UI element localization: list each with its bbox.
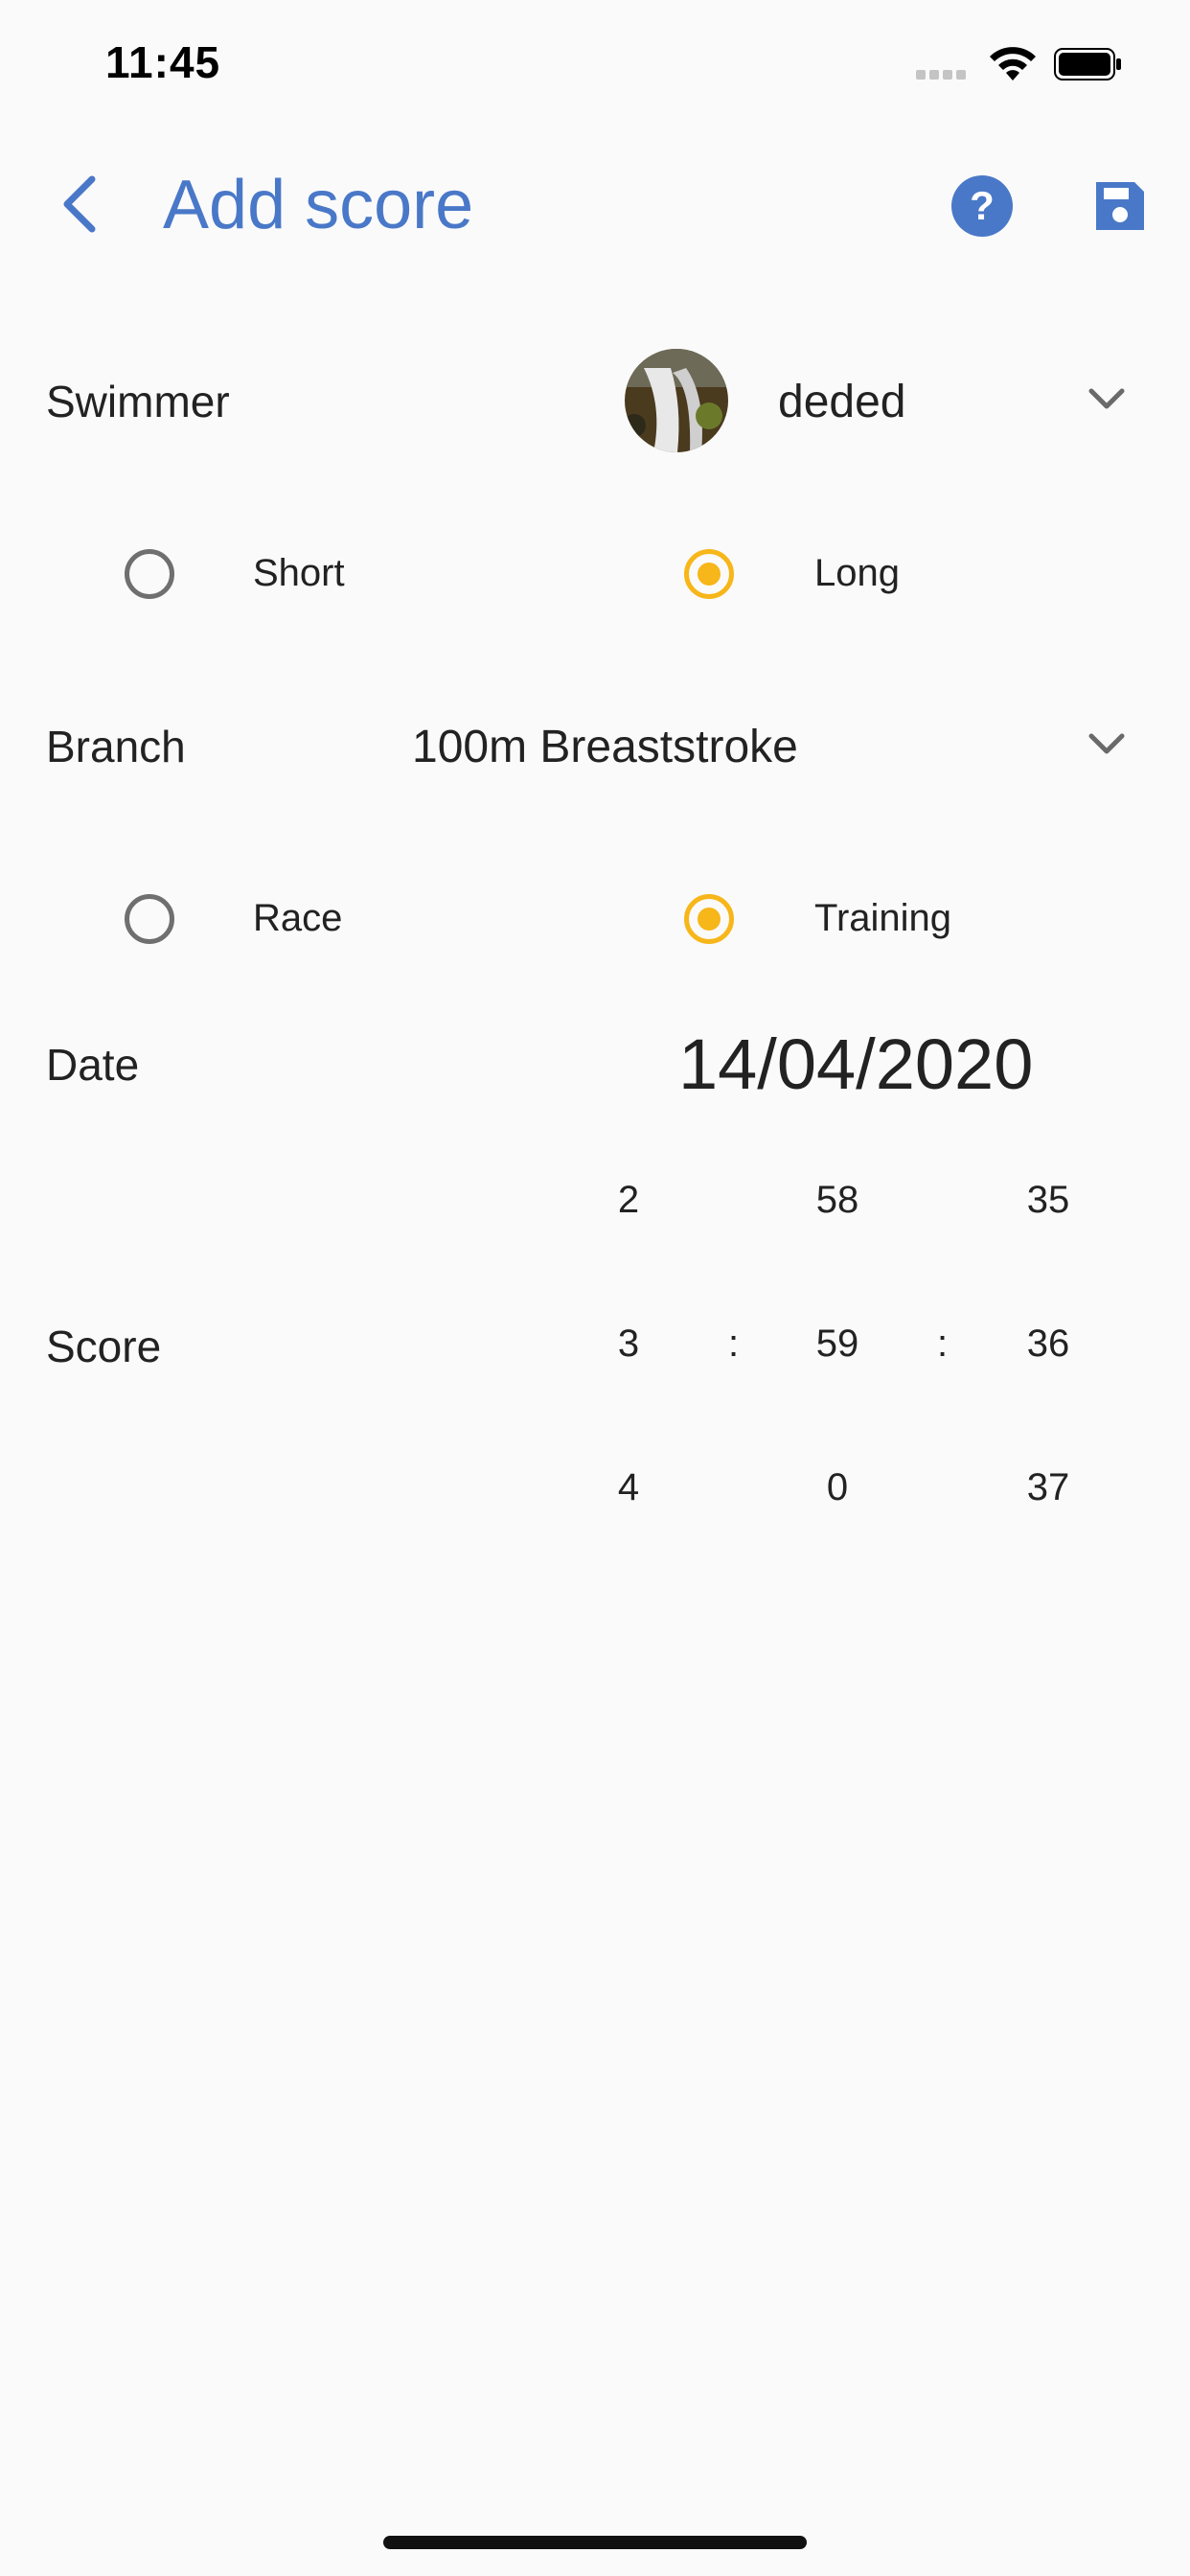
page-title: Add score: [163, 167, 474, 243]
swimmer-label: Swimmer: [46, 377, 230, 426]
branch-label: Branch: [46, 722, 186, 771]
picker-seconds-item[interactable]: 0: [790, 1466, 885, 1509]
picker-seconds-selected[interactable]: 59: [790, 1322, 885, 1366]
branch-dropdown-value[interactable]: 100m Breaststroke: [412, 721, 798, 773]
picker-minutes-selected[interactable]: 3: [581, 1322, 676, 1366]
wifi-icon: [987, 44, 1039, 87]
chevron-down-icon[interactable]: [1087, 385, 1126, 417]
picker-hundredths-item[interactable]: 35: [1000, 1179, 1096, 1222]
status-time: 11:45: [105, 37, 221, 87]
radio-race[interactable]: [125, 894, 174, 944]
date-label: Date: [46, 1040, 140, 1090]
help-icon[interactable]: ?: [950, 174, 1014, 242]
home-indicator[interactable]: [383, 2536, 807, 2549]
radio-training[interactable]: [684, 894, 734, 944]
back-icon[interactable]: [57, 175, 102, 238]
battery-icon: [1054, 48, 1121, 80]
radio-training-label: Training: [814, 897, 952, 939]
picker-seconds-item[interactable]: 58: [790, 1179, 885, 1222]
swimmer-avatar: [625, 349, 728, 452]
picker-separator: :: [728, 1322, 740, 1365]
radio-long-label: Long: [814, 552, 900, 594]
cellular-signal-icon: [916, 67, 972, 80]
svg-text:?: ?: [970, 183, 995, 228]
picker-minutes-item[interactable]: 4: [581, 1466, 676, 1509]
swimmer-dropdown-value[interactable]: deded: [778, 376, 905, 428]
picker-separator: :: [937, 1322, 949, 1365]
date-picker-value[interactable]: 14/04/2020: [678, 1024, 1033, 1105]
chevron-down-icon[interactable]: [1087, 730, 1126, 762]
radio-race-label: Race: [253, 897, 343, 939]
score-label: Score: [46, 1322, 162, 1371]
picker-minutes-item[interactable]: 2: [581, 1179, 676, 1222]
picker-hundredths-selected[interactable]: 36: [1000, 1322, 1096, 1366]
radio-short-label: Short: [253, 552, 345, 594]
radio-short[interactable]: [125, 549, 174, 599]
save-icon[interactable]: [1092, 178, 1148, 239]
radio-long[interactable]: [684, 549, 734, 599]
picker-hundredths-item[interactable]: 37: [1000, 1466, 1096, 1509]
